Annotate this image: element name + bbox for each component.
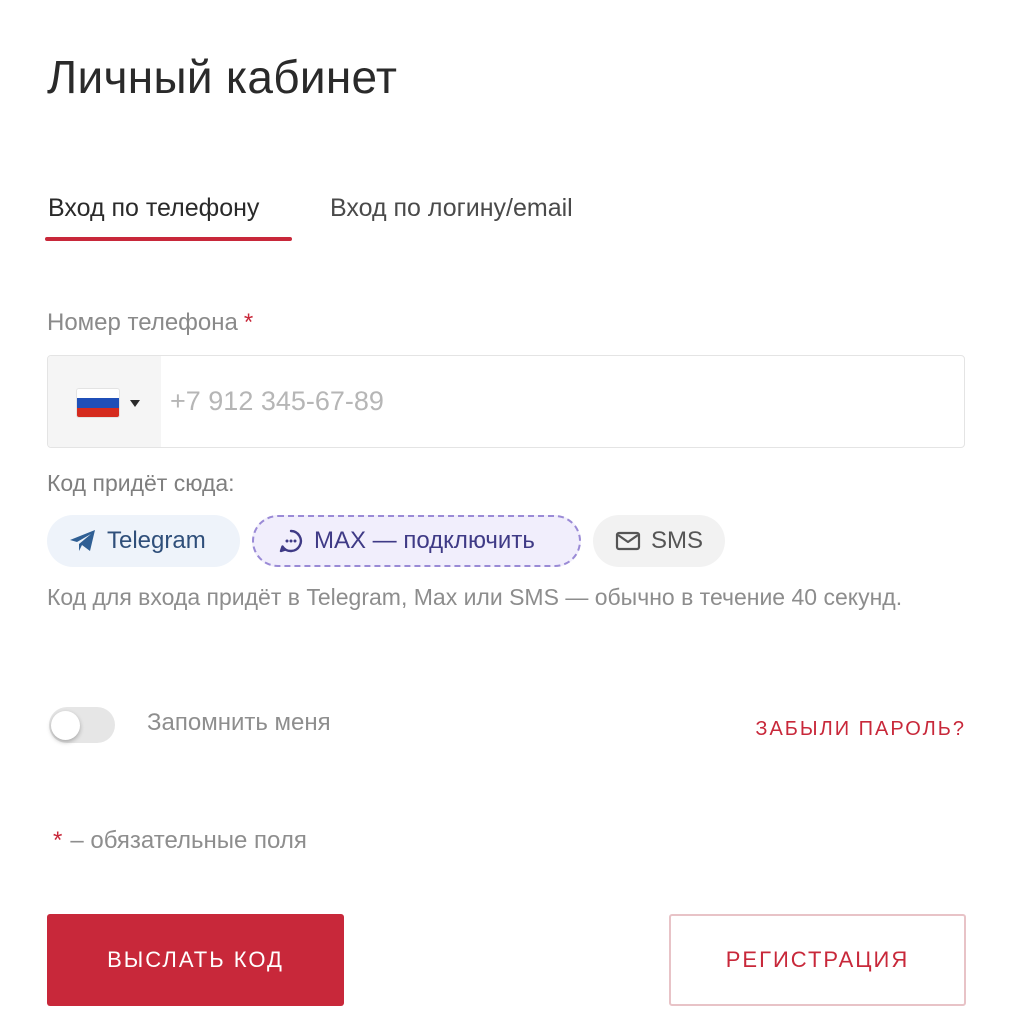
max-icon [279,529,303,553]
caret-down-icon [130,400,140,407]
phone-label-text: Номер телефона [47,309,238,336]
channel-max-button[interactable]: MAX — подключить [252,515,581,567]
channel-telegram-label: Telegram [107,527,206,554]
register-button[interactable]: РЕГИСТРАЦИЯ [669,914,966,1006]
code-channel-label: Код придёт сюда: [47,470,235,496]
remember-me-toggle[interactable] [49,707,115,743]
channel-sms-button[interactable]: SMS [593,515,725,567]
tab-login-email[interactable]: Вход по логину/email [330,194,573,223]
channel-telegram-button[interactable]: Telegram [47,515,240,567]
phone-input[interactable] [170,356,950,447]
required-note-mark: * [53,827,63,854]
telegram-icon [70,530,95,551]
mail-icon [615,531,641,551]
active-tab-indicator [45,237,292,241]
login-tabs: Вход по телефону Вход по логину/email [45,194,967,244]
send-code-button[interactable]: ВЫСЛАТЬ КОД [47,914,344,1006]
forgot-password-link[interactable]: ЗАБЫЛИ ПАРОЛЬ? [755,718,966,741]
channel-sms-label: SMS [651,527,704,554]
required-mark: * [243,309,254,336]
page-title: Личный кабинет [47,51,398,103]
phone-label: Номер телефона * [47,309,253,337]
channel-max-label: MAX — подключить [314,527,535,554]
remember-me-label: Запомнить меня [147,709,331,736]
required-fields-note: * – обязательные поля [53,827,307,855]
required-note-text: – обязательные поля [70,827,307,854]
country-code-select[interactable] [48,356,161,447]
code-delivery-hint: Код для входа придёт в Telegram, Max или… [47,584,903,610]
phone-field [47,355,965,448]
toggle-knob [51,711,80,740]
russia-flag-icon [77,389,119,417]
tab-phone-login[interactable]: Вход по телефону [48,194,259,223]
